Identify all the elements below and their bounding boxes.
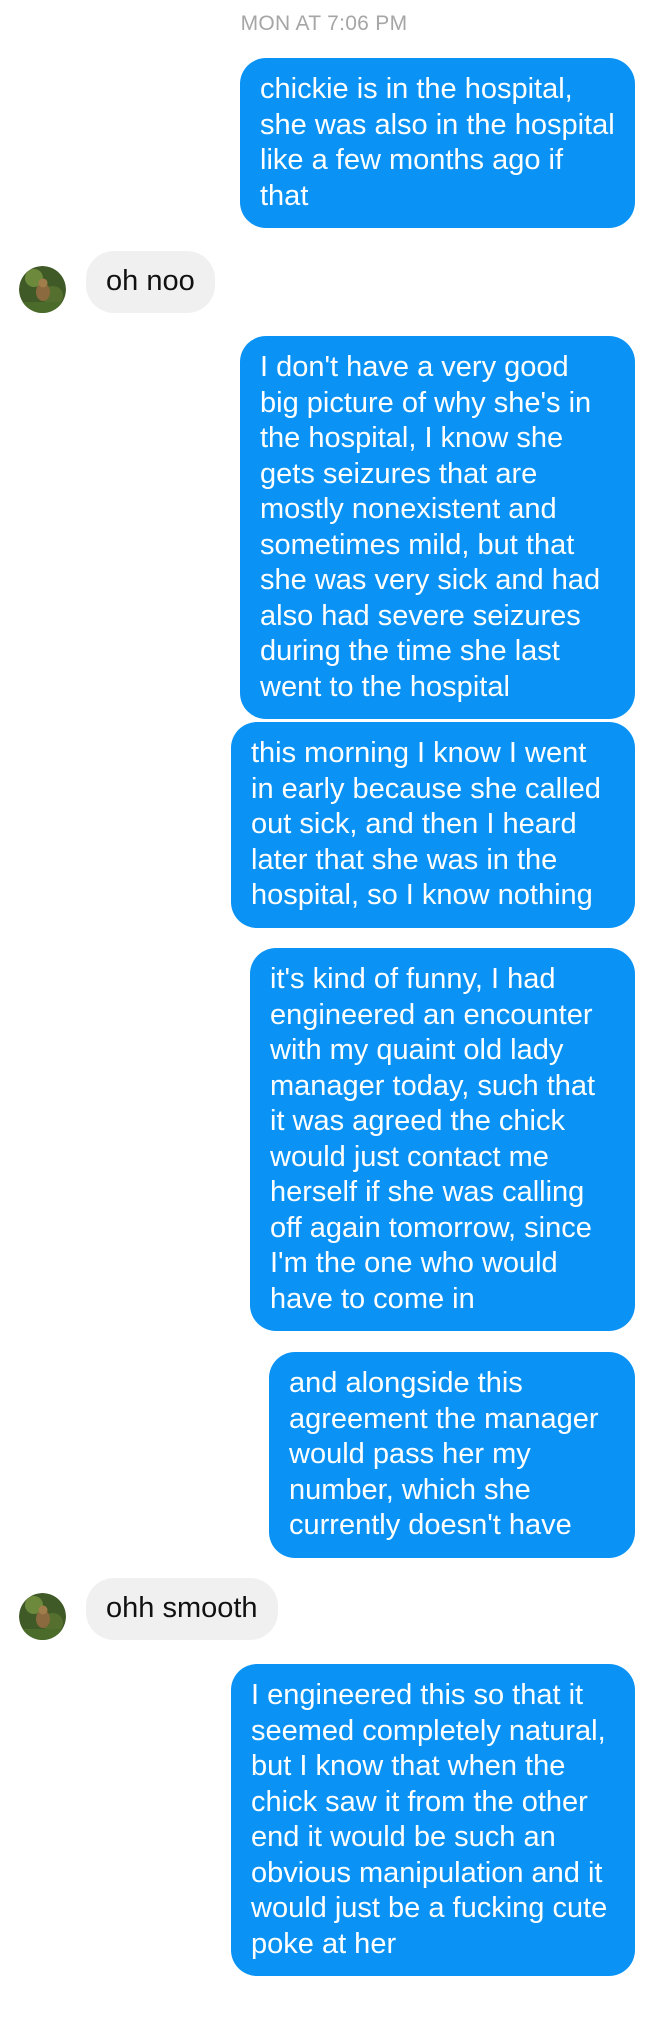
received-message-bubble[interactable]: ohh smooth — [86, 1578, 278, 1640]
sent-message-bubble[interactable]: this morning I know I went in early beca… — [231, 722, 635, 928]
message-text: and alongside this agreement the manager… — [289, 1367, 599, 1541]
message-text: ohh smooth — [106, 1592, 258, 1624]
contact-avatar-icon[interactable] — [19, 1593, 66, 1640]
message-timestamp: MON AT 7:06 PM — [240, 12, 408, 35]
sent-message-bubble[interactable]: I engineered this so that it seemed comp… — [231, 1664, 635, 1976]
contact-avatar-icon[interactable] — [19, 266, 66, 313]
sent-message-bubble[interactable]: and alongside this agreement the manager… — [269, 1352, 635, 1558]
received-message-bubble[interactable]: oh noo — [86, 251, 215, 313]
sent-message-bubble[interactable]: I don't have a very good big picture of … — [240, 336, 635, 719]
sent-message-bubble[interactable]: it's kind of funny, I had engineered an … — [250, 948, 635, 1331]
message-text: it's kind of funny, I had engineered an … — [270, 963, 596, 1315]
message-text: this morning I know I went in early beca… — [251, 737, 601, 911]
message-text: chickie is in the hospital, she was also… — [260, 73, 615, 212]
message-text: oh noo — [106, 265, 195, 297]
message-text: I engineered this so that it seemed comp… — [251, 1679, 608, 1960]
message-text: I don't have a very good big picture of … — [260, 351, 601, 703]
sent-message-bubble[interactable]: chickie is in the hospital, she was also… — [240, 58, 635, 228]
